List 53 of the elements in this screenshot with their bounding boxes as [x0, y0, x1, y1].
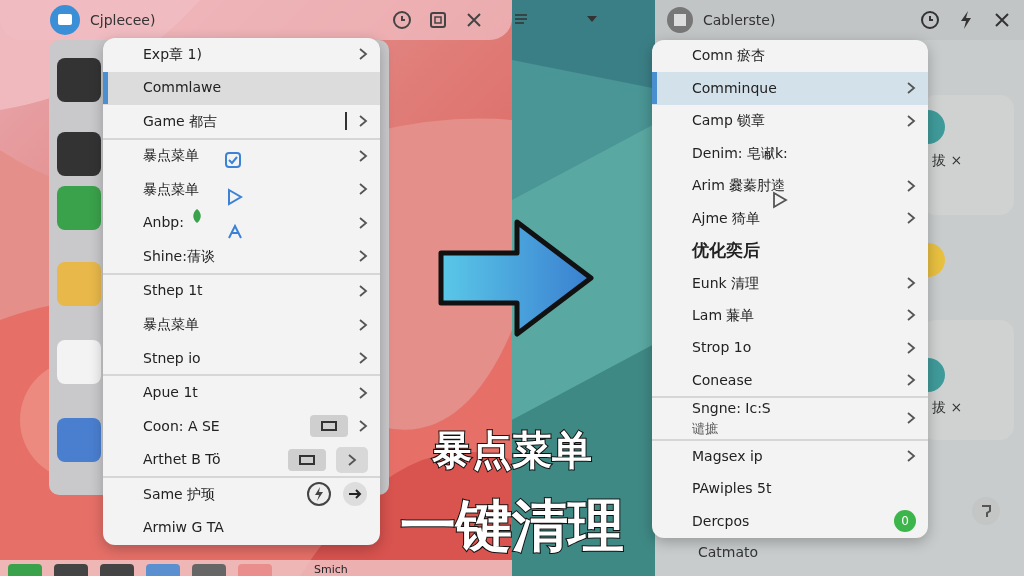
chevron-icon	[906, 81, 916, 96]
menu-item[interactable]: Strop 1o	[652, 332, 928, 365]
menu-item-label: 优化奕后	[692, 239, 760, 260]
menu-item[interactable]: Denim: 皂谳k:	[652, 137, 928, 170]
menu-item-label: Ajme 猗单	[692, 209, 761, 226]
menu-item[interactable]: PAwiples 5t	[652, 473, 928, 506]
window-title: Cablerste)	[703, 10, 776, 30]
menu-item-label: Conease	[692, 371, 753, 388]
menu-item[interactable]: Arim 爨蓁肘逵	[652, 169, 928, 203]
chevron-icon	[906, 340, 916, 355]
chevron-icon	[906, 113, 916, 128]
caret-down-icon	[586, 15, 598, 23]
menu-item-label: PAwiples 5t	[692, 480, 772, 497]
menu-item-label: Denim: 皂谳k:	[692, 144, 788, 161]
menu-item-label: Comn 瘀杏	[692, 47, 766, 64]
card-label: 拔 ×	[932, 151, 963, 170]
menu-item-label: Sngne: Ic:S	[692, 400, 771, 417]
list-item-label: Catmato	[698, 543, 759, 562]
menu-item-label: Arim 爨蓁肘逵	[692, 177, 786, 194]
menu-item[interactable]: Lam 蒹单	[652, 299, 928, 333]
play-icon	[772, 191, 788, 209]
avatar-icon	[928, 243, 945, 277]
clock-icon	[920, 10, 940, 30]
menu-item[interactable]: 优化奕后	[652, 234, 928, 268]
menu-item[interactable]: Dercpos 0	[652, 505, 928, 538]
menu-item-label: Lam 蒹单	[692, 307, 755, 323]
menu-item[interactable]: Comn 瘀杏	[652, 40, 928, 73]
menu-item-sublabel: 谴摭	[692, 420, 719, 439]
menu-item-label: Camp 锁章	[692, 112, 766, 129]
menu-item[interactable]: Comminque	[652, 72, 928, 105]
avatar-icon	[928, 110, 945, 144]
menu-item-label: Comminque	[692, 79, 777, 96]
menu-item[interactable]: Magsex ip	[652, 440, 928, 474]
chevron-icon	[906, 308, 916, 323]
chevron-icon	[906, 178, 916, 193]
card-label: 拔 ×	[932, 398, 963, 417]
chevron-icon	[906, 449, 916, 464]
menu-item[interactable]: Ajme 猗单	[652, 202, 928, 235]
menu-item-label: Dercpos	[692, 512, 750, 529]
menu-item-label: Magsex ip	[692, 447, 763, 464]
menu-item[interactable]: Camp 锁章	[652, 104, 928, 138]
chevron-icon	[906, 411, 916, 426]
menu-item[interactable]: Eunk 清理	[652, 267, 928, 300]
avatar-icon	[928, 358, 945, 392]
menu-item[interactable]: Sngne: Ic:S 谴摭	[652, 398, 928, 441]
menu-item-label: Strop 1o	[692, 339, 752, 356]
chevron-icon	[906, 211, 916, 226]
chevron-icon	[906, 373, 916, 388]
app-logo-icon	[667, 7, 693, 33]
menu-item[interactable]: Conease	[652, 364, 928, 399]
count-badge: 0	[894, 510, 916, 533]
menu-item-label: Eunk 清理	[692, 274, 760, 291]
chevron-icon	[906, 276, 916, 290]
